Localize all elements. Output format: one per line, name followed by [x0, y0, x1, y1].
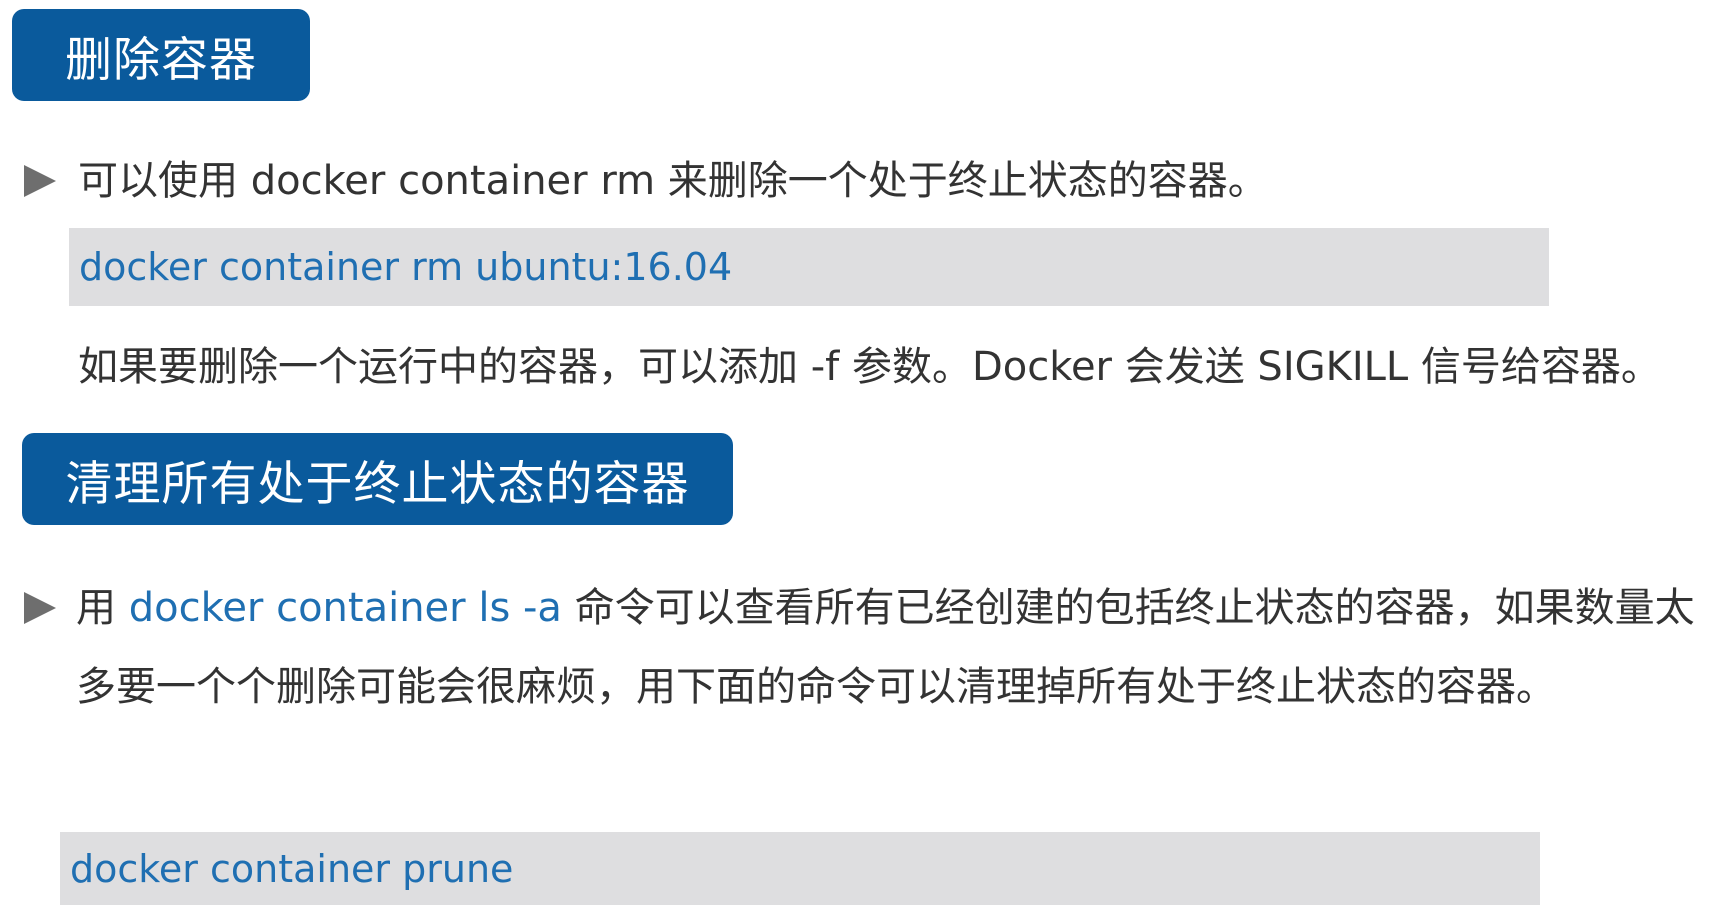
inline-command: docker container ls -a	[128, 585, 562, 631]
bullet-paragraph-rm: 可以使用 docker container rm 来删除一个处于终止状态的容器。	[24, 142, 1268, 220]
code-block-rm: docker container rm ubuntu:16.04	[69, 228, 1549, 306]
note-force-remove: 如果要删除一个运行中的容器，可以添加 -f 参数。Docker 会发送 SIGK…	[78, 344, 1661, 390]
paragraph-text: 可以使用 docker container rm 来删除一个处于终止状态的容器。	[78, 158, 1268, 204]
triangle-right-icon	[24, 165, 56, 197]
paragraph-text: 用 docker container ls -a 命令可以查看所有已经创建的包括…	[76, 569, 1702, 727]
code-text: docker container rm ubuntu:16.04	[79, 245, 733, 289]
section-heading-prune-containers: 清理所有处于终止状态的容器	[22, 433, 733, 525]
bullet-paragraph-prune: 用 docker container ls -a 命令可以查看所有已经创建的包括…	[24, 569, 1704, 727]
text-prefix: 用	[76, 585, 129, 631]
section-heading-delete-container: 删除容器	[12, 9, 310, 101]
triangle-right-icon	[24, 592, 56, 624]
code-block-prune: docker container prune	[60, 832, 1540, 905]
code-text: docker container prune	[70, 846, 514, 891]
